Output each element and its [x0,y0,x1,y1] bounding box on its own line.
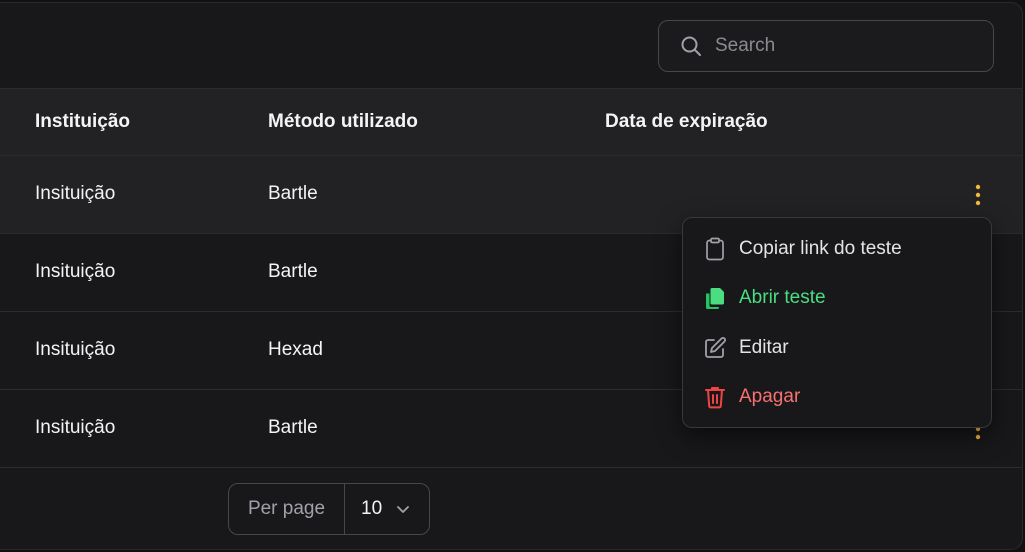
menu-item-copy-link[interactable]: Copiar link do teste [683,224,991,274]
documents-icon [703,286,727,310]
row-actions-menu: Copiar link do teste Abrir teste Editar … [682,217,992,428]
per-page-value: 10 [361,498,383,519]
per-page-control: Per page 10 [228,483,430,535]
menu-item-label: Apagar [739,386,801,408]
table-footer: Per page 10 [0,467,1022,549]
cell-institution: Insituição [35,417,116,438]
per-page-select[interactable]: 10 [345,484,429,534]
cell-method: Bartle [268,261,318,282]
menu-item-label: Editar [739,336,789,358]
kebab-menu-icon [975,184,981,206]
menu-item-open-test[interactable]: Abrir teste [683,274,991,324]
clipboard-icon [703,237,727,261]
column-header-institution[interactable]: Instituição [35,111,130,133]
table-header: Instituição Método utilizado Data de exp… [0,89,1022,156]
search-box[interactable] [658,20,994,72]
trash-icon [703,385,727,409]
row-actions-button[interactable] [965,182,991,208]
column-header-method[interactable]: Método utilizado [268,111,418,133]
cell-institution: Insituição [35,261,116,282]
pencil-square-icon [703,336,727,360]
chevron-down-icon [397,506,410,513]
cell-method: Bartle [268,183,318,204]
menu-item-edit[interactable]: Editar [683,323,991,373]
menu-item-delete[interactable]: Apagar [683,373,991,423]
cell-method: Bartle [268,417,318,438]
column-header-expiration[interactable]: Data de expiração [605,111,768,133]
search-input[interactable] [715,35,975,57]
menu-item-label: Abrir teste [739,287,826,309]
cell-institution: Insituição [35,183,116,204]
search-icon [681,36,701,56]
table-toolbar [0,3,1022,89]
per-page-label: Per page [229,484,345,534]
cell-institution: Insituição [35,339,116,360]
menu-item-label: Copiar link do teste [739,237,902,259]
cell-method: Hexad [268,339,323,360]
